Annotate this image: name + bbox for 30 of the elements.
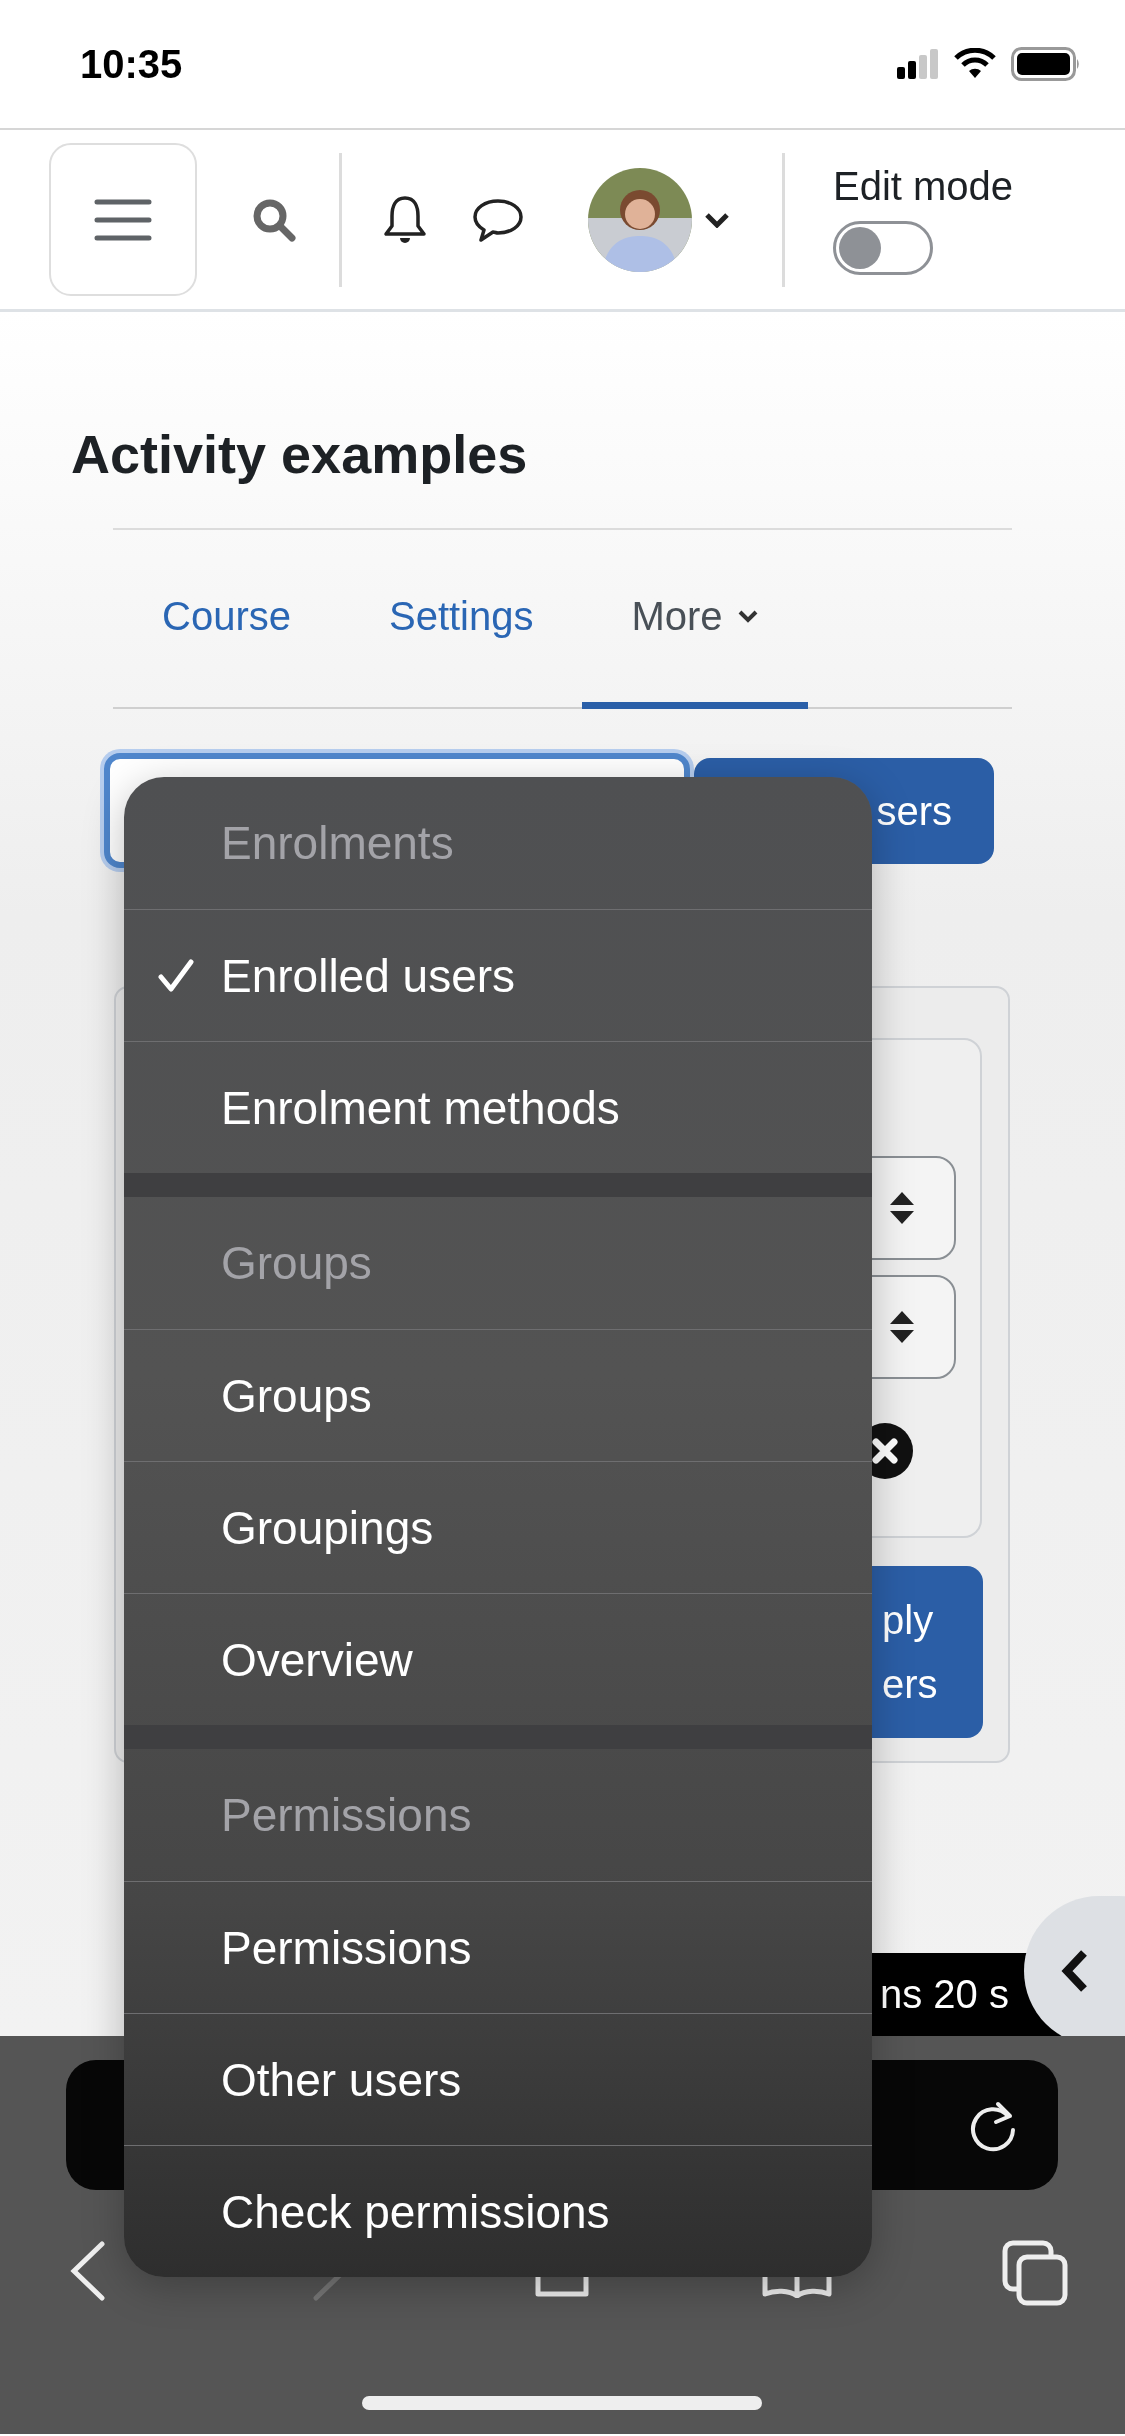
- tabs-icon[interactable]: [1002, 2240, 1068, 2306]
- menu-item[interactable]: Permissions: [124, 1881, 872, 2013]
- menu-item[interactable]: Groups: [124, 1329, 872, 1461]
- menu-group-header: Groups: [221, 1236, 372, 1290]
- chat-icon[interactable]: [472, 196, 524, 243]
- nav-tab[interactable]: More: [582, 530, 808, 709]
- page-title: Activity examples: [70, 423, 529, 484]
- status-time: 10:35: [80, 41, 183, 87]
- menu-group-header: Enrolments: [221, 816, 454, 870]
- wifi-icon: [953, 48, 997, 80]
- menu-item[interactable]: Check permissions: [124, 2145, 872, 2277]
- chevron-left-icon: [1060, 1949, 1090, 1993]
- menu-button[interactable]: [49, 143, 197, 296]
- caret-icon: [736, 609, 759, 623]
- back-icon[interactable]: [70, 2241, 106, 2301]
- caret-icon[interactable]: [704, 211, 730, 228]
- signal-icon: [897, 49, 939, 79]
- sort-arrows-icon: [888, 1190, 916, 1226]
- nav-tab[interactable]: Settings: [339, 530, 583, 709]
- sort-arrows-icon: [888, 1309, 916, 1345]
- menu-item[interactable]: Enrolled users: [124, 909, 872, 1041]
- edit-mode-label: Edit mode: [833, 164, 1014, 209]
- menu-icon: [94, 197, 152, 242]
- nav-tab[interactable]: Course: [113, 530, 340, 709]
- bell-icon[interactable]: [382, 193, 428, 246]
- menu-item[interactable]: Other users: [124, 2013, 872, 2145]
- battery-icon: [1011, 47, 1081, 81]
- edit-mode-toggle[interactable]: [833, 221, 933, 275]
- menu-item[interactable]: Groupings: [124, 1461, 872, 1593]
- menu-group-header: Permissions: [221, 1788, 472, 1842]
